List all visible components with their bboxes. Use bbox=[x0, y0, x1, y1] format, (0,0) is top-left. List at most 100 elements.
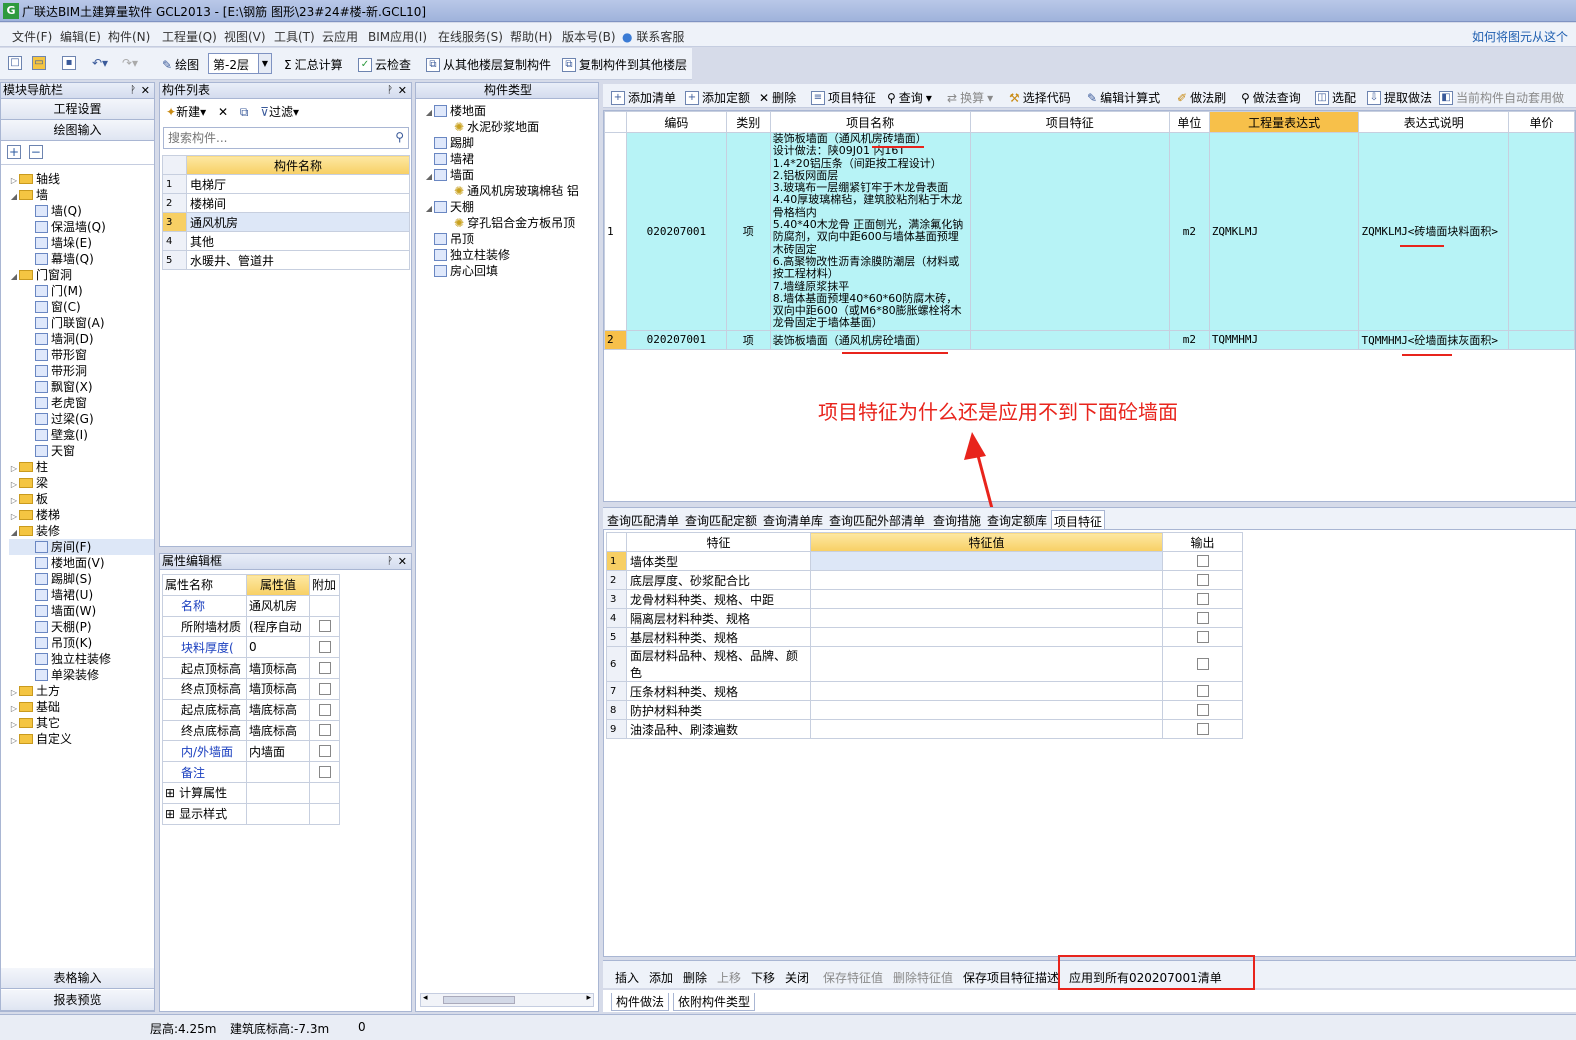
output-checkbox[interactable] bbox=[1196, 574, 1209, 586]
bill-code[interactable]: 020207001 bbox=[625, 329, 727, 350]
property-value[interactable] bbox=[246, 781, 310, 804]
property-value[interactable] bbox=[246, 802, 310, 825]
bill-kind[interactable]: 项 bbox=[725, 329, 771, 350]
scroll-thumb[interactable] bbox=[443, 996, 515, 1004]
feature-row[interactable]: 7 压条材料种类、规格 bbox=[606, 681, 1243, 701]
table-row[interactable]: 2 楼梯间 bbox=[162, 193, 410, 213]
tree-item[interactable]: 墙裙(U) bbox=[9, 587, 154, 603]
tree-item[interactable]: 单梁装修 bbox=[9, 667, 154, 683]
expand-icon[interactable]: ▷ bbox=[9, 733, 19, 749]
table-row[interactable]: 1 020207001 项 装饰板墙面（通风机房砖墙面） 设计做法：陕09J01… bbox=[604, 132, 1575, 331]
feature-value[interactable] bbox=[810, 551, 1163, 571]
close-icon[interactable]: ✕ bbox=[398, 83, 407, 98]
tree-folder[interactable]: ▷ 土方 bbox=[9, 683, 154, 699]
add-bill-button[interactable]: + 添加清单 bbox=[611, 89, 676, 106]
extra-checkbox[interactable] bbox=[318, 766, 331, 779]
property-value[interactable]: 0 bbox=[246, 636, 310, 659]
property-row[interactable]: ⊞ 显示样式 bbox=[162, 802, 340, 825]
property-row[interactable]: 所附墙材质 (程序自动 bbox=[162, 615, 340, 638]
feature-value[interactable] bbox=[810, 700, 1163, 720]
table-row[interactable]: 2 020207001 项 装饰板墙面（通风机房砼墙面） m2 TQMMHMJ … bbox=[604, 329, 1575, 350]
query-button[interactable]: ⚲ 查询 ▾ bbox=[887, 89, 932, 106]
menu-view[interactable]: 视图(V) bbox=[224, 28, 266, 45]
tree-item[interactable]: 墙(Q) bbox=[9, 203, 154, 219]
feature-value[interactable] bbox=[810, 627, 1163, 647]
bill-price[interactable] bbox=[1508, 329, 1575, 350]
menu-online[interactable]: 在线服务(S) bbox=[438, 28, 503, 45]
tab-query-measures[interactable]: 查询措施 bbox=[933, 512, 981, 529]
menu-quantity[interactable]: 工程量(Q) bbox=[162, 28, 217, 45]
extra-checkbox[interactable] bbox=[318, 662, 331, 675]
feature-row[interactable]: 4 隔离层材料种类、规格 bbox=[606, 608, 1243, 628]
save-values-button[interactable]: 保存特征值 bbox=[823, 969, 883, 986]
tab-component-method[interactable]: 构件做法 bbox=[611, 993, 670, 1011]
tree-folder[interactable]: ▷ 轴线 bbox=[9, 171, 154, 187]
bill-expression-desc[interactable]: TQMMHMJ<砼墙面抹灰面积> bbox=[1358, 329, 1510, 350]
extra-checkbox[interactable] bbox=[318, 724, 331, 737]
feature-row[interactable]: 2 底层厚度、砂浆配合比 bbox=[606, 570, 1243, 590]
output-checkbox[interactable] bbox=[1196, 685, 1209, 697]
tab-query-quota-lib[interactable]: 查询定额库 bbox=[987, 512, 1047, 529]
tree-item[interactable]: 带形窗 bbox=[9, 347, 154, 363]
table-row[interactable]: 5 水暖井、管道井 bbox=[162, 250, 410, 270]
tree-item[interactable]: 幕墙(Q) bbox=[9, 251, 154, 267]
tree-item[interactable]: 门联窗(A) bbox=[9, 315, 154, 331]
menu-version[interactable]: 版本号(B) bbox=[562, 28, 616, 45]
property-value[interactable]: 墙底标高 bbox=[246, 719, 310, 742]
new-component-button[interactable]: ✦新建▾ bbox=[166, 105, 206, 119]
help-link[interactable]: 如何将图元从这个 bbox=[1472, 28, 1568, 45]
type-tree-item[interactable]: ✺ 水泥砂浆地面 bbox=[424, 119, 598, 135]
output-checkbox[interactable] bbox=[1196, 723, 1209, 735]
type-tree-item[interactable]: 踢脚 bbox=[424, 135, 598, 151]
tree-item[interactable]: 吊顶(K) bbox=[9, 635, 154, 651]
output-checkbox[interactable] bbox=[1196, 612, 1209, 624]
tree-item[interactable]: 墙垛(E) bbox=[9, 235, 154, 251]
select-code-button[interactable]: ⚒ 选择代码 bbox=[1009, 89, 1071, 106]
new-file-button[interactable]: □ bbox=[8, 56, 22, 70]
extract-method-button[interactable]: ⇩ 提取做法 bbox=[1367, 89, 1432, 106]
undo-button[interactable]: ↶▾ bbox=[92, 56, 108, 70]
property-row[interactable]: 起点底标高 墙底标高 bbox=[162, 698, 340, 721]
feature-value[interactable] bbox=[810, 681, 1163, 701]
table-row[interactable]: 1 电梯厅 bbox=[162, 174, 410, 194]
tree-item[interactable]: 楼地面(V) bbox=[9, 555, 154, 571]
match-button[interactable]: ◫ 选配 bbox=[1315, 89, 1356, 106]
tree-item[interactable]: 墙洞(D) bbox=[9, 331, 154, 347]
table-row[interactable]: 3 通风机房 bbox=[162, 212, 410, 232]
copy-icon[interactable]: ⧉ bbox=[240, 105, 249, 119]
edit-formula-button[interactable]: ✎ 编辑计算式 bbox=[1087, 89, 1160, 106]
move-down-button[interactable]: 下移 bbox=[751, 969, 775, 986]
search-icon[interactable]: ⚲ bbox=[395, 130, 404, 144]
tree-item[interactable]: 门(M) bbox=[9, 283, 154, 299]
property-value[interactable]: 通风机房 bbox=[246, 594, 310, 617]
feature-value[interactable] bbox=[810, 589, 1163, 609]
tree-folder[interactable]: ▷ 楼梯 bbox=[9, 507, 154, 523]
filter-button[interactable]: ⊽过滤▾ bbox=[260, 105, 299, 119]
delete-values-button[interactable]: 删除特征值 bbox=[893, 969, 953, 986]
open-button[interactable]: ▭ bbox=[32, 56, 46, 70]
tree-item[interactable]: 老虎窗 bbox=[9, 395, 154, 411]
expand-all-icon[interactable]: + bbox=[7, 145, 21, 159]
search-input[interactable] bbox=[164, 128, 384, 148]
feature-row[interactable]: 3 龙骨材料种类、规格、中距 bbox=[606, 589, 1243, 609]
menu-edit[interactable]: 编辑(E) bbox=[60, 28, 101, 45]
scroll-right-icon[interactable]: ▸ bbox=[586, 993, 591, 1003]
tree-folder[interactable]: ◢ 门窗洞 bbox=[9, 267, 154, 283]
draw-input-button[interactable]: 绘图输入 bbox=[1, 120, 154, 141]
bill-expression[interactable]: TQMMHMJ bbox=[1208, 329, 1360, 350]
type-tree-item[interactable]: 墙裙 bbox=[424, 151, 598, 167]
save-button[interactable]: ▪ bbox=[62, 56, 76, 70]
property-row[interactable]: 名称 通风机房 bbox=[162, 594, 340, 617]
tree-item[interactable]: 天棚(P) bbox=[9, 619, 154, 635]
type-tree-item[interactable]: 独立柱装修 bbox=[424, 247, 598, 263]
bill-unit[interactable]: m2 bbox=[1168, 329, 1210, 350]
menu-component[interactable]: 构件(N) bbox=[108, 28, 150, 45]
expand-icon[interactable]: ⊞ bbox=[165, 786, 175, 800]
feature-value[interactable] bbox=[810, 570, 1163, 590]
output-checkbox[interactable] bbox=[1196, 631, 1209, 643]
bill-item-name[interactable]: 装饰板墙面（通风机房砖墙面） 设计做法：陕09J01 内16T 1.4*20铝压… bbox=[769, 132, 971, 331]
tree-item[interactable]: 踢脚(S) bbox=[9, 571, 154, 587]
extra-checkbox[interactable] bbox=[318, 703, 331, 716]
tree-item[interactable]: 房间(F) bbox=[9, 539, 154, 555]
property-row[interactable]: 块料厚度(0 bbox=[162, 636, 340, 659]
